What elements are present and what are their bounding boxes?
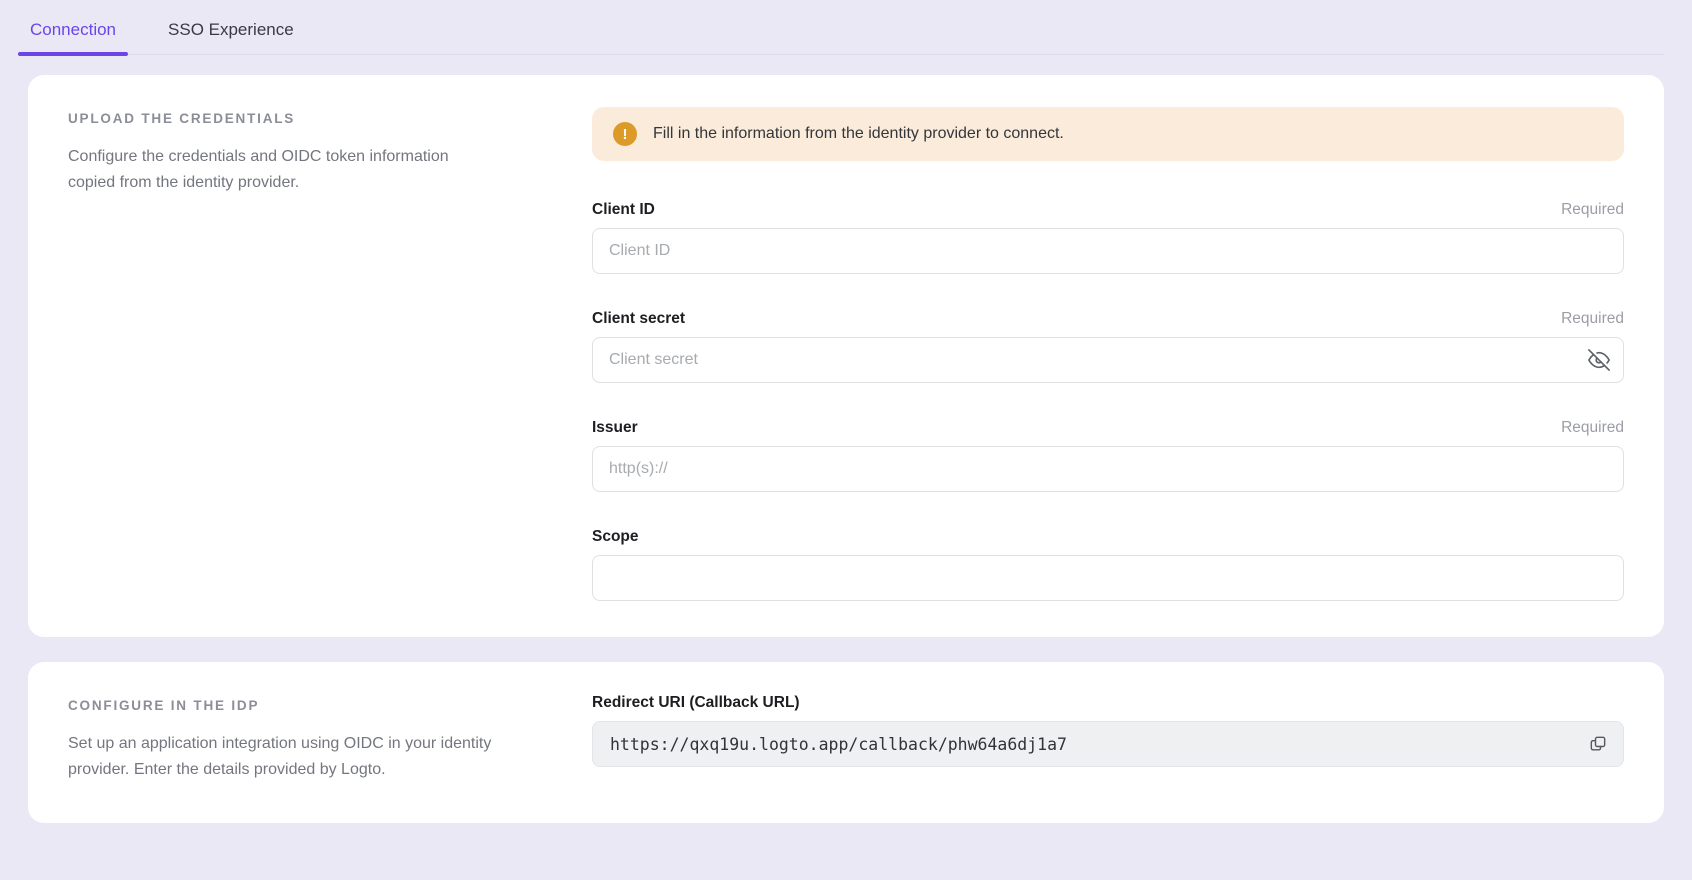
issuer-label-row: Issuer Required (592, 419, 1624, 437)
scope-label: Scope (592, 528, 639, 546)
credentials-section-description: Configure the credentials and OIDC token… (68, 144, 480, 196)
copy-redirect-uri-button[interactable] (1580, 726, 1616, 762)
client-id-input[interactable] (592, 228, 1624, 274)
credentials-section-heading: UPLOAD THE CREDENTIALS (68, 111, 522, 126)
client-secret-input-wrap (592, 337, 1624, 383)
redirect-uri-value: https://qxq19u.logto.app/callback/phw64a… (610, 735, 1580, 754)
idp-card-intro: CONFIGURE IN THE IDP Set up an applicati… (68, 694, 592, 783)
idp-section-heading: CONFIGURE IN THE IDP (68, 698, 522, 713)
redirect-uri-field-group: Redirect URI (Callback URL) https://qxq1… (592, 694, 1624, 767)
idp-section-description: Set up an application integration using … (68, 731, 520, 783)
issuer-field-group: Issuer Required (592, 419, 1624, 492)
issuer-input[interactable] (592, 446, 1624, 492)
credentials-form: ! Fill in the information from the ident… (592, 107, 1624, 601)
issuer-label: Issuer (592, 419, 638, 437)
tab-connection-label: Connection (30, 20, 116, 40)
idp-form: Redirect URI (Callback URL) https://qxq1… (592, 694, 1624, 783)
toggle-secret-visibility-button[interactable] (1581, 342, 1617, 378)
credentials-card-intro: UPLOAD THE CREDENTIALS Configure the cre… (68, 107, 592, 601)
warning-icon: ! (613, 122, 637, 146)
idp-card: CONFIGURE IN THE IDP Set up an applicati… (28, 662, 1664, 823)
scope-input[interactable] (592, 555, 1624, 601)
redirect-uri-label-row: Redirect URI (Callback URL) (592, 694, 1624, 712)
tab-sso-experience-label: SSO Experience (168, 20, 294, 40)
credentials-card: UPLOAD THE CREDENTIALS Configure the cre… (28, 75, 1664, 637)
client-secret-input[interactable] (592, 337, 1624, 383)
redirect-uri-label: Redirect URI (Callback URL) (592, 694, 800, 712)
copy-icon (1588, 734, 1608, 754)
client-id-field-group: Client ID Required (592, 201, 1624, 274)
tab-connection[interactable]: Connection (28, 0, 118, 54)
issuer-required-tag: Required (1561, 419, 1624, 437)
eye-off-icon (1588, 349, 1610, 371)
scope-label-row: Scope (592, 528, 1624, 546)
client-id-label-row: Client ID Required (592, 201, 1624, 219)
client-secret-required-tag: Required (1561, 310, 1624, 328)
active-tab-indicator (18, 52, 128, 56)
client-secret-label-row: Client secret Required (592, 310, 1624, 328)
tab-bar: Connection SSO Experience (28, 0, 1664, 55)
client-secret-label: Client secret (592, 310, 685, 328)
scope-field-group: Scope (592, 528, 1624, 601)
info-alert-text: Fill in the information from the identit… (653, 125, 1064, 143)
client-secret-field-group: Client secret Required (592, 310, 1624, 383)
tab-sso-experience[interactable]: SSO Experience (166, 0, 296, 54)
client-id-label: Client ID (592, 201, 655, 219)
client-id-required-tag: Required (1561, 201, 1624, 219)
info-alert: ! Fill in the information from the ident… (592, 107, 1624, 161)
redirect-uri-readonly-field: https://qxq19u.logto.app/callback/phw64a… (592, 721, 1624, 767)
